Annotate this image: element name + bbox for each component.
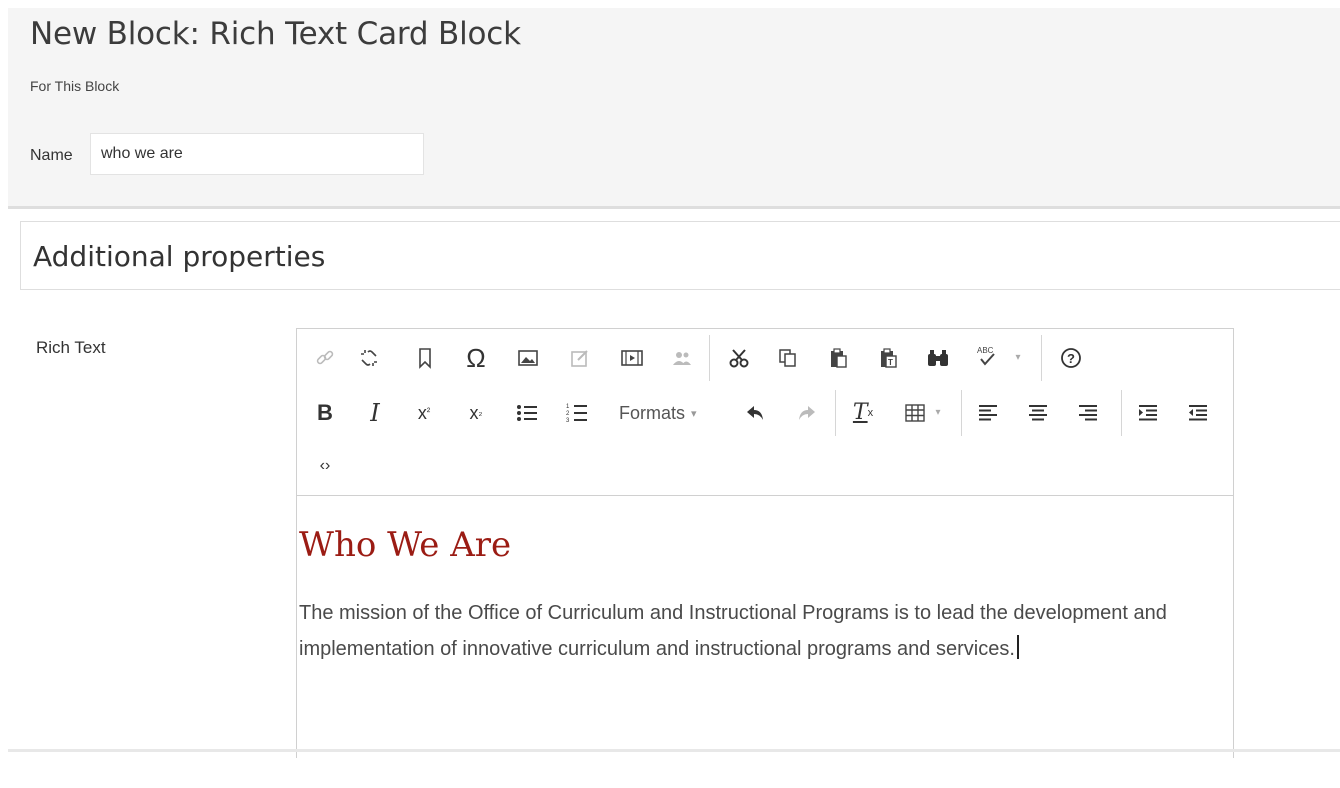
- toolbar-separator: [1121, 390, 1122, 436]
- additional-properties-title: Additional properties: [33, 240, 326, 273]
- cut-icon[interactable]: [725, 343, 753, 373]
- page-title: New Block: Rich Text Card Block: [30, 16, 521, 52]
- toolbar-separator: [961, 390, 962, 436]
- svg-text:?: ?: [1067, 351, 1075, 366]
- paste-icon[interactable]: [825, 343, 851, 373]
- media-icon[interactable]: [619, 343, 645, 373]
- section-divider: [8, 749, 1340, 752]
- svg-text:ABC: ABC: [977, 346, 994, 355]
- numbered-list-icon[interactable]: 123: [563, 398, 591, 428]
- outdent-icon[interactable]: [1185, 398, 1211, 428]
- toolbar-separator: [835, 390, 836, 436]
- subscript-icon[interactable]: x₂: [463, 398, 489, 428]
- svg-text:1: 1: [566, 404, 570, 410]
- personalized-content-icon[interactable]: [669, 343, 695, 373]
- align-right-icon[interactable]: [1075, 398, 1101, 428]
- link-icon[interactable]: [311, 343, 339, 373]
- content-heading: Who We Are: [299, 525, 512, 565]
- anchor-icon[interactable]: [413, 343, 437, 373]
- editor-toolbar: Ω T ABC ▾ ? B I x ² x ₂ 1 2 3 Formats ▾ …: [297, 329, 1233, 496]
- svg-text:2: 2: [566, 411, 570, 417]
- indent-icon[interactable]: [1135, 398, 1161, 428]
- formats-label: Formats: [619, 402, 686, 423]
- section-subtitle: For This Block: [30, 78, 120, 94]
- superscript-icon[interactable]: x²: [411, 398, 437, 428]
- special-character-icon[interactable]: Ω: [461, 343, 491, 373]
- chevron-down-icon: ▾: [691, 407, 697, 420]
- copy-icon[interactable]: [775, 343, 801, 373]
- toolbar-separator: [1041, 335, 1042, 381]
- name-label: Name: [30, 147, 73, 164]
- bullet-list-icon[interactable]: [513, 398, 541, 428]
- edit-image-icon[interactable]: [567, 343, 593, 373]
- find-replace-icon[interactable]: [925, 343, 951, 373]
- additional-properties-header: Additional properties: [20, 221, 1340, 290]
- spellcheck-icon[interactable]: ABC: [973, 341, 1001, 371]
- bold-icon[interactable]: B: [313, 398, 337, 428]
- source-code-icon[interactable]: ‹›: [313, 451, 337, 481]
- table-icon[interactable]: [901, 398, 929, 428]
- image-icon[interactable]: [515, 343, 541, 373]
- help-icon[interactable]: ?: [1057, 343, 1085, 373]
- block-settings-panel: New Block: Rich Text Card Block For This…: [8, 8, 1340, 209]
- text-cursor: [1016, 635, 1019, 659]
- table-dropdown-icon[interactable]: ▾: [931, 398, 945, 428]
- svg-text:T: T: [888, 358, 893, 367]
- svg-text:3: 3: [566, 418, 570, 424]
- italic-icon[interactable]: I: [363, 398, 387, 428]
- toolbar-separator: [709, 335, 710, 381]
- clear-formatting-icon[interactable]: Tx: [849, 398, 877, 428]
- name-input[interactable]: [90, 133, 424, 175]
- align-center-icon[interactable]: [1025, 398, 1051, 428]
- unlink-icon[interactable]: [355, 343, 383, 373]
- paste-text-icon[interactable]: T: [875, 343, 901, 373]
- rich-text-editor[interactable]: Ω T ABC ▾ ? B I x ² x ₂ 1 2 3 Formats ▾ …: [296, 328, 1234, 758]
- rich-text-label: Rich Text: [36, 338, 106, 357]
- align-left-icon[interactable]: [975, 398, 1001, 428]
- spellcheck-dropdown-icon[interactable]: ▾: [1011, 343, 1025, 373]
- undo-icon[interactable]: [743, 398, 769, 428]
- formats-dropdown[interactable]: Formats ▾: [619, 398, 697, 428]
- content-paragraph: The mission of the Office of Curriculum …: [299, 602, 1167, 660]
- redo-icon[interactable]: [793, 398, 819, 428]
